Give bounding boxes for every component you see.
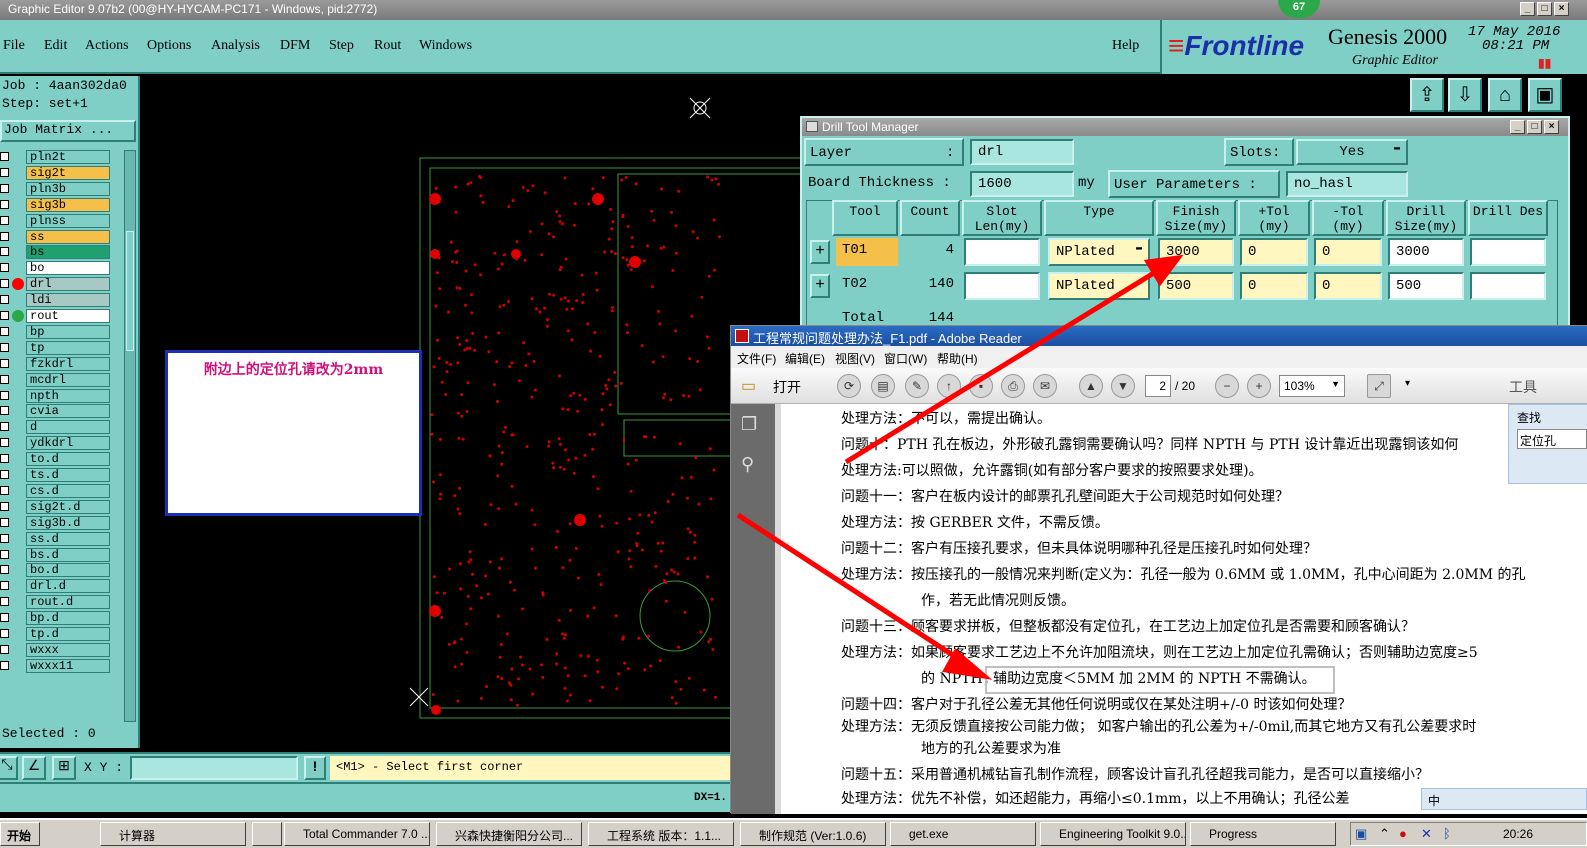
task-chrome[interactable] [252,822,282,846]
bluetooth-icon[interactable]: ᛒ [1443,826,1451,842]
task-spec[interactable]: 制作规范 (Ver:1.0.6) [740,822,886,846]
system-tray: ▣ ⌃ ● ✕ ᛒ 20:26 [1350,822,1587,846]
annotation-arrows [736,254,1184,680]
clock: 20:26 [1503,827,1534,841]
arrow-line [844,265,1164,465]
task-total-commander[interactable]: Total Commander 7.0 ... [284,822,430,846]
task-get-exe[interactable]: get.exe [890,822,1036,846]
task-company[interactable]: 兴森快捷衡阳分公司... [436,822,582,846]
arrow-line [736,512,970,668]
task-progress[interactable]: Progress [1190,822,1336,846]
arrow-head [942,648,993,680]
task-engineering-system[interactable]: 工程系统 版本：1.1... [588,822,734,846]
arrow-head [1143,254,1184,287]
start-button[interactable]: 开始 [0,822,40,846]
tray-x-icon[interactable]: ✕ [1421,826,1432,842]
task-calculator[interactable]: 计算器 [100,822,246,846]
network-icon[interactable]: ▣ [1355,826,1367,842]
tray-app-icon[interactable]: ● [1399,826,1407,842]
chevron-up-icon[interactable]: ⌃ [1379,826,1390,842]
task-engineering-toolkit[interactable]: Engineering Toolkit 9.0... [1040,822,1186,846]
taskbar: 开始 计算器 Total Commander 7.0 ... 兴森快捷衡阳分公司… [0,818,1587,848]
